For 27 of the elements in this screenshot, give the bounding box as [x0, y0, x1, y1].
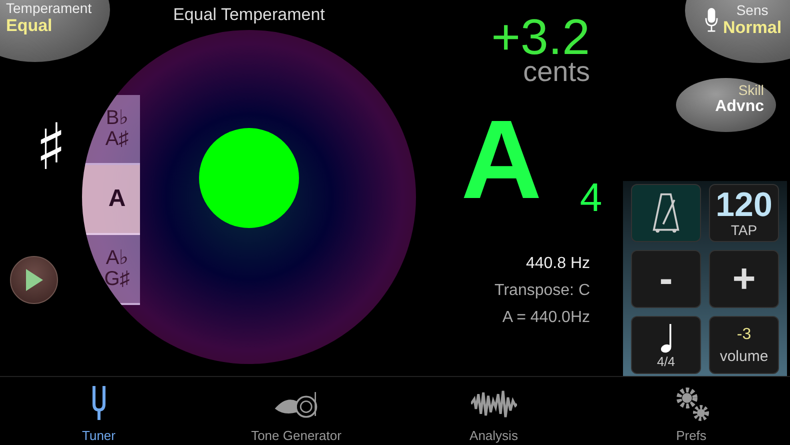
tab-button[interactable]: Analysis	[395, 377, 592, 445]
play-button[interactable]	[10, 256, 58, 304]
temperament-title: Equal Temperament	[173, 5, 325, 26]
microphone-icon	[705, 8, 718, 32]
quarter-note-icon	[659, 322, 673, 354]
octave-number: 4	[580, 178, 602, 218]
tab-button[interactable]: Prefs	[592, 377, 790, 445]
tab-button[interactable]: Tone Generator	[198, 377, 395, 445]
tempo-up-button[interactable]: +	[709, 250, 779, 308]
tap-tempo-button[interactable]: 120 TAP	[709, 184, 779, 242]
note-name: A	[461, 104, 542, 216]
tuning-fork-icon	[90, 386, 108, 422]
volume-button[interactable]: -3 volume	[709, 316, 779, 374]
tab-button[interactable]: Tuner	[0, 377, 198, 445]
note-wheel-item[interactable]: A	[82, 165, 140, 235]
skill-button[interactable]: Skill Advnc	[676, 78, 776, 132]
sensitivity-button[interactable]: Sens Normal	[685, 0, 790, 63]
transpose-label: Transpose: C	[494, 281, 590, 301]
metronome-toggle[interactable]	[631, 184, 701, 242]
metronome-icon	[652, 192, 680, 234]
temperament-button[interactable]: Temperament Equal	[0, 0, 110, 62]
sharp-sign: ♯	[36, 116, 66, 180]
reference-pitch: A = 440.0Hz	[502, 308, 590, 328]
play-icon	[24, 268, 44, 292]
frequency-reading: 440.8 Hz	[526, 254, 590, 274]
tempo-down-button[interactable]: -	[631, 250, 701, 308]
time-signature-button[interactable]: 4/4	[631, 316, 701, 374]
